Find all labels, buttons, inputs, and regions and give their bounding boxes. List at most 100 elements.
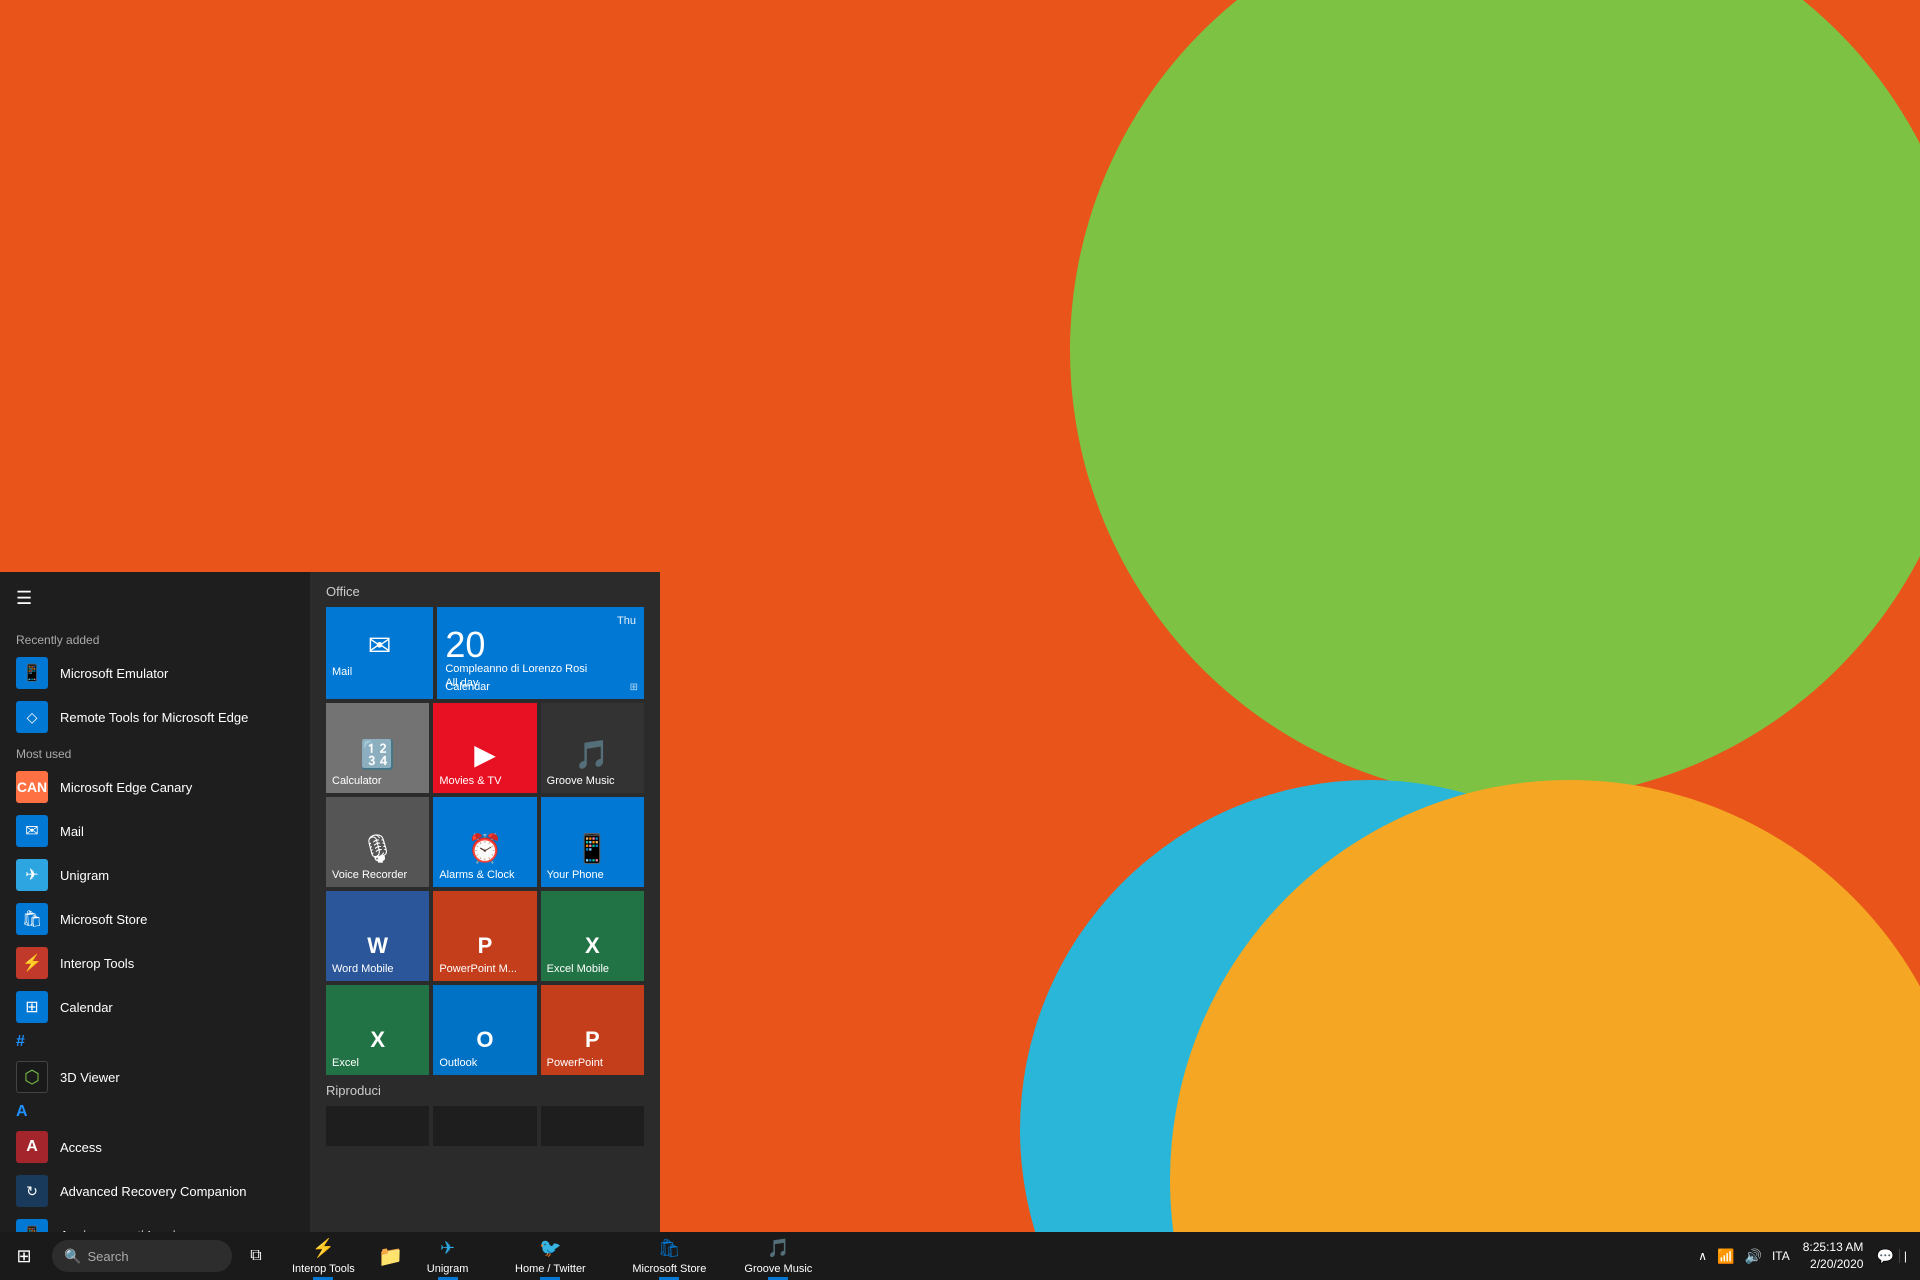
tile-your-phone[interactable]: 📱 Your Phone xyxy=(541,797,644,887)
excel-mobile-tile-icon: X xyxy=(585,933,600,959)
interop-tools-taskbar-icon: ⚡ xyxy=(312,1238,334,1259)
app-list: Recently added 📱 Microsoft Emulator ◇ Re… xyxy=(0,625,310,1232)
groove-taskbar-label: Groove Music xyxy=(744,1263,812,1275)
app-label-interop-tools: Interop Tools xyxy=(60,956,134,971)
tile-groove-music[interactable]: 🎵 Groove Music xyxy=(541,703,644,793)
calculator-tile-icon: 🔢 xyxy=(360,738,395,771)
voice-tile-label: Voice Recorder xyxy=(332,869,423,881)
taskbar-time: 8:25:13 AM xyxy=(1803,1239,1864,1256)
app-item-lumia[interactable]: 📱 Aggiornamenti Lumia xyxy=(0,1213,310,1232)
tile-calculator[interactable]: 🔢 Calculator xyxy=(326,703,429,793)
app-icon-remote-tools: ◇ xyxy=(16,701,48,733)
app-item-ms-store[interactable]: 🛍 Microsoft Store xyxy=(0,897,310,941)
app-icon-microsoft-emulator: 📱 xyxy=(16,657,48,689)
taskbar-app-groove-music[interactable]: 🎵 Groove Music xyxy=(718,1232,838,1280)
app-icon-interop-tools: ⚡ xyxy=(16,947,48,979)
taskbar-search-bar[interactable]: 🔍 Search xyxy=(52,1240,232,1272)
tile-outlook[interactable]: O Outlook xyxy=(433,985,536,1075)
ppt-mobile-tile-icon: P xyxy=(478,933,493,959)
ms-store-taskbar-label: Microsoft Store xyxy=(632,1263,706,1275)
tile-calendar[interactable]: Thu 20 Compleanno di Lorenzo Rosi All da… xyxy=(437,607,644,699)
phone-tile-label: Your Phone xyxy=(547,869,638,881)
movies-tile-icon: ▶ xyxy=(474,738,496,771)
tiles-row-riproduci xyxy=(326,1106,644,1146)
language-indicator[interactable]: ITA xyxy=(1767,1249,1795,1263)
tile-riproduci-3[interactable] xyxy=(541,1106,644,1146)
network-icon[interactable]: 📶 xyxy=(1712,1248,1739,1265)
voice-tile-icon: 🎙 xyxy=(360,832,396,865)
mail-tile-label: Mail xyxy=(332,666,427,678)
app-label-3dviewer: 3D Viewer xyxy=(60,1070,120,1085)
ms-store-taskbar-icon: 🛍 xyxy=(658,1238,681,1259)
tile-powerpoint[interactable]: P PowerPoint xyxy=(541,985,644,1075)
app-icon-3dviewer: ⬡ xyxy=(16,1061,48,1093)
app-label-microsoft-emulator: Microsoft Emulator xyxy=(60,666,168,681)
hamburger-menu-button[interactable]: ☰ xyxy=(0,572,310,625)
alarms-tile-label: Alarms & Clock xyxy=(439,869,530,881)
task-view-button[interactable]: ⧉ xyxy=(232,1232,280,1280)
excel-tile-icon: X xyxy=(370,1027,385,1053)
tile-movies[interactable]: ▶ Movies & TV xyxy=(433,703,536,793)
recently-added-label: Recently added xyxy=(0,625,310,651)
app-item-access[interactable]: A Access xyxy=(0,1125,310,1169)
app-item-unigram[interactable]: ✈ Unigram xyxy=(0,853,310,897)
taskbar-app-interop-tools[interactable]: ⚡ Interop Tools xyxy=(280,1232,367,1280)
tile-mail[interactable]: ✉ Mail xyxy=(326,607,433,699)
app-icon-unigram: ✈ xyxy=(16,859,48,891)
app-item-3dviewer[interactable]: ⬡ 3D Viewer xyxy=(0,1055,310,1099)
taskbar-app-file-explorer[interactable]: 📁 xyxy=(367,1232,415,1280)
app-item-calendar[interactable]: ⊞ Calendar xyxy=(0,985,310,1029)
notification-area: ∧ 📶 🔊 ITA xyxy=(1693,1248,1794,1265)
tile-excel-mobile[interactable]: X Excel Mobile xyxy=(541,891,644,981)
search-icon: 🔍 xyxy=(64,1248,81,1265)
hidden-icons-button[interactable]: ∧ xyxy=(1693,1249,1712,1263)
app-icon-arc: ↻ xyxy=(16,1175,48,1207)
section-hash-label[interactable]: # xyxy=(0,1029,310,1055)
calendar-date-number: 20 xyxy=(445,627,636,663)
taskbar-app-unigram[interactable]: ✈ Unigram xyxy=(415,1232,481,1280)
taskbar-app-twitter[interactable]: 🐦 Home / Twitter xyxy=(480,1232,620,1280)
app-label-mail: Mail xyxy=(60,824,84,839)
tile-alarms-clock[interactable]: ⏰ Alarms & Clock xyxy=(433,797,536,887)
app-item-interop-tools[interactable]: ⚡ Interop Tools xyxy=(0,941,310,985)
tiles-row-3: 🎙 Voice Recorder ⏰ Alarms & Clock 📱 Your… xyxy=(326,797,644,887)
app-item-arc[interactable]: ↻ Advanced Recovery Companion xyxy=(0,1169,310,1213)
calendar-event-name: Compleanno di Lorenzo Rosi xyxy=(445,663,636,675)
start-button[interactable]: ⊞ xyxy=(0,1232,48,1280)
section-a-label[interactable]: A xyxy=(0,1099,310,1125)
app-item-microsoft-emulator[interactable]: 📱 Microsoft Emulator xyxy=(0,651,310,695)
app-label-calendar: Calendar xyxy=(60,1000,113,1015)
taskbar-app-ms-store[interactable]: 🛍 Microsoft Store xyxy=(620,1232,718,1280)
app-icon-edge-canary: CAN xyxy=(16,771,48,803)
app-item-edge-canary[interactable]: CAN Microsoft Edge Canary xyxy=(0,765,310,809)
groove-taskbar-icon: 🎵 xyxy=(767,1238,789,1259)
show-desktop-button[interactable]: | xyxy=(1899,1249,1912,1263)
app-icon-ms-store: 🛍 xyxy=(16,903,48,935)
tile-word-mobile[interactable]: W Word Mobile xyxy=(326,891,429,981)
movies-tile-label: Movies & TV xyxy=(439,775,530,787)
tile-powerpoint-mobile[interactable]: P PowerPoint M... xyxy=(433,891,536,981)
app-label-arc: Advanced Recovery Companion xyxy=(60,1184,246,1199)
notification-center-button[interactable]: 💬 xyxy=(1871,1248,1898,1265)
app-icon-calendar: ⊞ xyxy=(16,991,48,1023)
app-label-remote-tools: Remote Tools for Microsoft Edge xyxy=(60,710,248,725)
app-label-access: Access xyxy=(60,1140,102,1155)
tiles-row-4: W Word Mobile P PowerPoint M... X Excel … xyxy=(326,891,644,981)
calculator-tile-label: Calculator xyxy=(332,775,423,787)
taskbar-clock[interactable]: 8:25:13 AM 2/20/2020 xyxy=(1795,1239,1872,1273)
excel-tile-label: Excel xyxy=(332,1057,423,1069)
tile-voice-recorder[interactable]: 🎙 Voice Recorder xyxy=(326,797,429,887)
outlook-tile-icon: O xyxy=(476,1027,493,1053)
app-item-remote-tools[interactable]: ◇ Remote Tools for Microsoft Edge xyxy=(0,695,310,739)
tile-riproduci-1[interactable] xyxy=(326,1106,429,1146)
outlook-tile-label: Outlook xyxy=(439,1057,530,1069)
app-item-mail[interactable]: ✉ Mail xyxy=(0,809,310,853)
excel-mobile-tile-label: Excel Mobile xyxy=(547,963,638,975)
tile-riproduci-2[interactable] xyxy=(433,1106,536,1146)
word-tile-icon: W xyxy=(367,933,388,959)
tile-excel[interactable]: X Excel xyxy=(326,985,429,1075)
groove-tile-label: Groove Music xyxy=(547,775,638,787)
volume-icon[interactable]: 🔊 xyxy=(1740,1248,1767,1265)
ppt-mobile-tile-label: PowerPoint M... xyxy=(439,963,530,975)
taskbar-system-tray: ∧ 📶 🔊 ITA 8:25:13 AM 2/20/2020 💬 | xyxy=(1693,1239,1920,1273)
